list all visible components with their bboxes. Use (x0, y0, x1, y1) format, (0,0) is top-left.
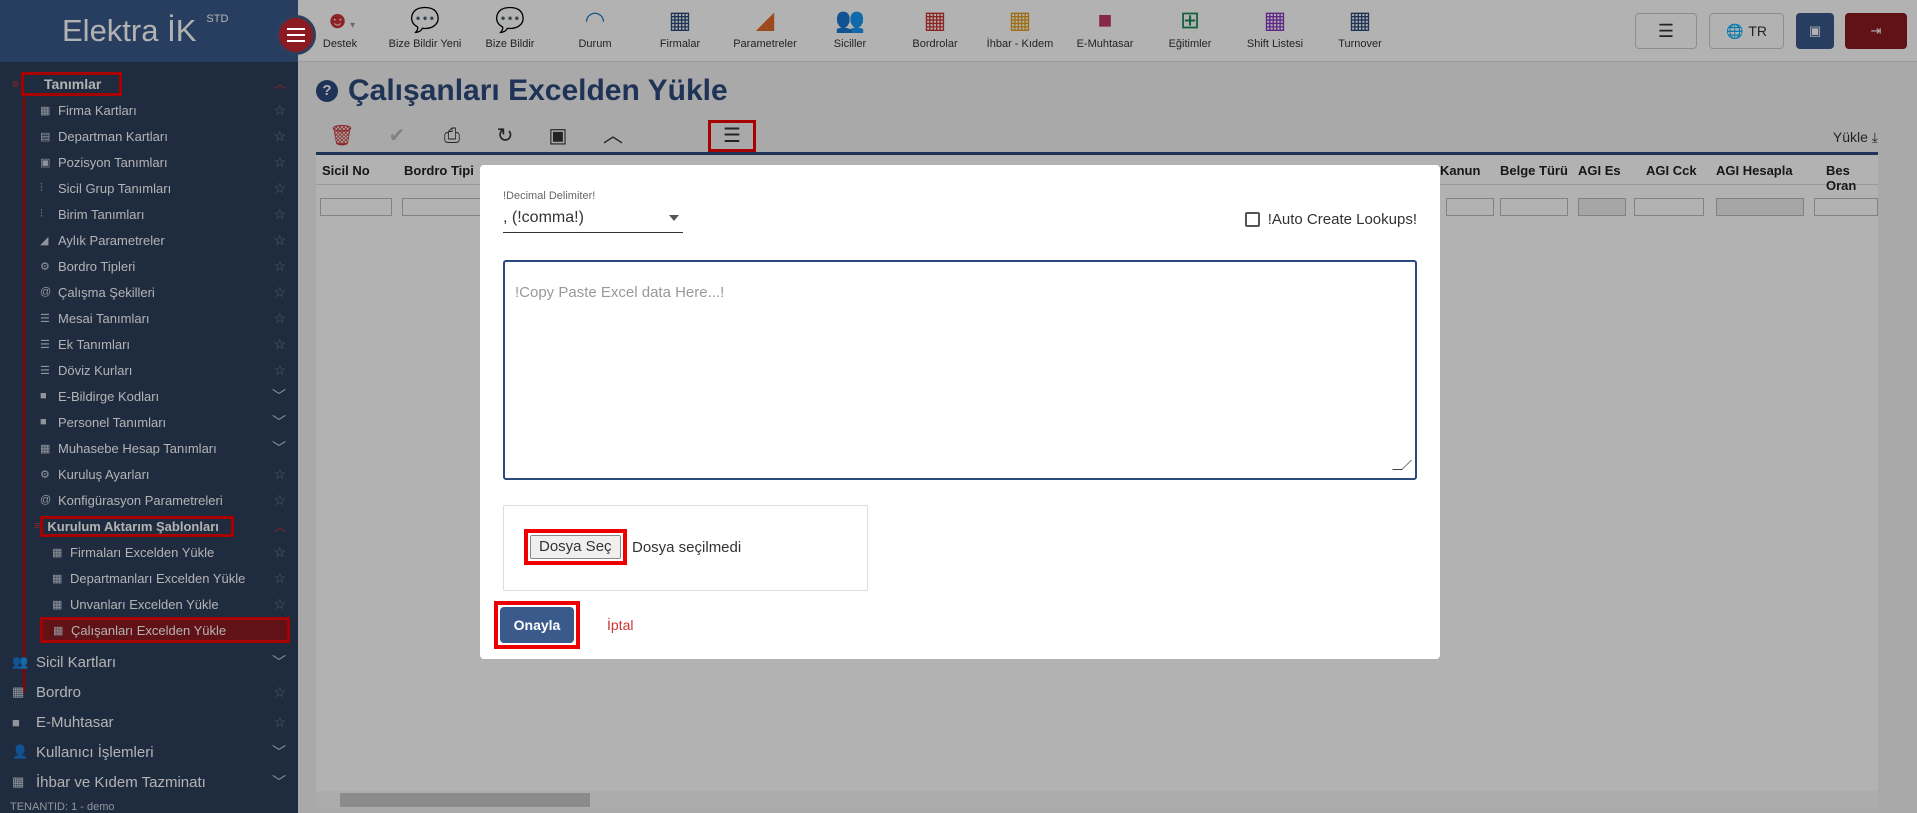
confirm-button-highlight: Onayla (494, 601, 580, 649)
import-dialog: !Decimal Delimiter! , (!comma!) !Auto Cr… (480, 165, 1440, 659)
delimiter-select[interactable]: , (!comma!) (503, 207, 683, 233)
confirm-button[interactable]: Onayla (500, 607, 574, 643)
dropdown-arrow-icon (669, 215, 679, 221)
file-status: Dosya seçilmedi (632, 539, 742, 556)
resize-handle-icon[interactable] (1392, 460, 1412, 470)
file-button-highlight: Dosya Seç (524, 529, 627, 565)
delimiter-value: , (!comma!) (503, 209, 584, 226)
delimiter-label: !Decimal Delimiter! (503, 190, 596, 202)
cancel-button[interactable]: İptal (607, 617, 633, 633)
hamburger-button[interactable] (276, 15, 316, 55)
checkbox-box[interactable] (1244, 212, 1260, 227)
hamburger-icon (287, 34, 305, 36)
auto-create-label: !Auto Create Lookups! (1267, 211, 1417, 228)
choose-file-button[interactable]: Dosya Seç (530, 535, 621, 559)
file-upload-box: Dosya Seç Dosya seçilmedi (503, 505, 868, 591)
paste-data-textarea[interactable]: !Copy Paste Excel data Here...! (503, 260, 1417, 480)
auto-create-lookups-checkbox[interactable]: !Auto Create Lookups! (1244, 211, 1417, 228)
textarea-placeholder: !Copy Paste Excel data Here...! (515, 284, 725, 301)
